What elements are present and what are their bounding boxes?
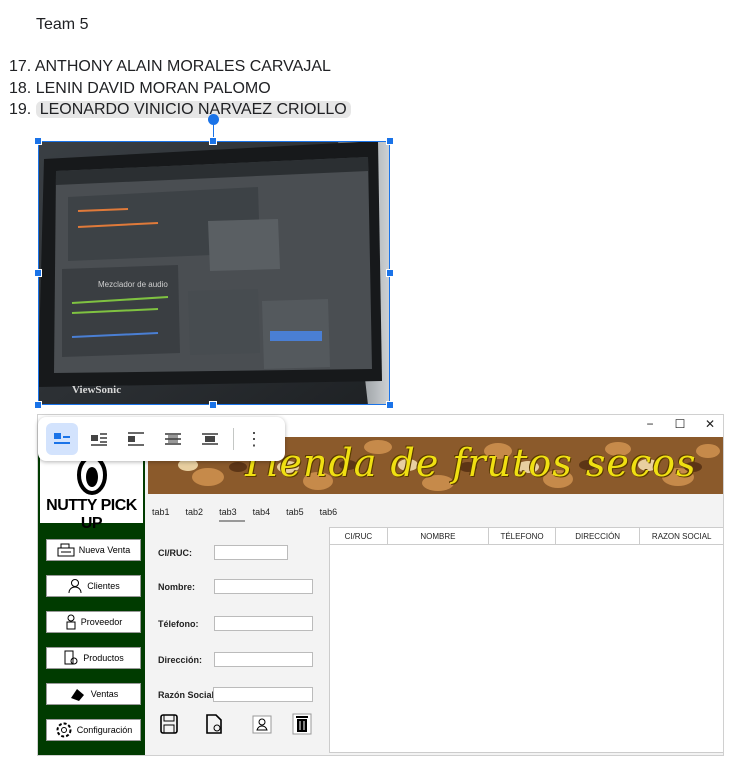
maximize-button[interactable]: ☐ bbox=[670, 417, 690, 431]
tab-4[interactable]: tab4 bbox=[253, 507, 279, 522]
nombre-label: Nombre: bbox=[158, 582, 196, 592]
save-icon[interactable] bbox=[159, 713, 179, 735]
minimize-button[interactable]: − bbox=[640, 417, 660, 431]
tab-3[interactable]: tab3 bbox=[219, 507, 245, 522]
resize-handle-e[interactable] bbox=[386, 269, 394, 277]
rotate-handle[interactable] bbox=[208, 114, 219, 125]
grid-header: CI/RUC NOMBRE TÉLEFONO DIRECCIÓN RAZON S… bbox=[330, 528, 723, 545]
column-header[interactable]: CI/RUC bbox=[330, 528, 388, 544]
toolbar-divider bbox=[233, 428, 234, 450]
sidebar-button-ventas[interactable]: Ventas bbox=[46, 683, 141, 705]
razon-social-label: Razón Social: bbox=[158, 690, 218, 700]
sidebar-button-nueva-venta[interactable]: Nueva Venta bbox=[46, 539, 141, 561]
resize-handle-s[interactable] bbox=[209, 401, 217, 409]
tab-6[interactable]: tab6 bbox=[320, 507, 346, 522]
in-front-of-text-icon[interactable] bbox=[194, 423, 226, 455]
column-header[interactable]: DIRECCIÓN bbox=[556, 528, 641, 544]
resize-handle-nw[interactable] bbox=[34, 137, 42, 145]
photo-panel-title: Mezclador de audio bbox=[98, 280, 168, 289]
trash-icon[interactable] bbox=[292, 713, 312, 735]
supplier-icon bbox=[66, 614, 76, 630]
user-edit-icon[interactable] bbox=[252, 713, 272, 735]
sales-icon bbox=[70, 689, 84, 701]
break-text-icon[interactable] bbox=[120, 423, 152, 455]
ci-ruc-label: CI/RUC: bbox=[158, 548, 192, 558]
member-list: 17. ANTHONY ALAIN MORALES CARVAJAL 18. L… bbox=[9, 56, 351, 121]
list-item[interactable]: 17. ANTHONY ALAIN MORALES CARVAJAL bbox=[9, 56, 351, 78]
close-button[interactable]: ✕ bbox=[700, 417, 720, 431]
resize-handle-ne[interactable] bbox=[386, 137, 394, 145]
resize-handle-se[interactable] bbox=[386, 401, 394, 409]
team-heading: Team 5 bbox=[36, 16, 89, 33]
list-item[interactable]: 19. LEONARDO VINICIO NARVAEZ CRIOLLO bbox=[9, 99, 351, 121]
list-item[interactable]: 18. LENIN DAVID MORAN PALOMO bbox=[9, 78, 351, 100]
inline-wrap-icon[interactable] bbox=[46, 423, 78, 455]
sidebar: NUTTY PICK UP Nueva Venta Clientes Prove… bbox=[38, 437, 145, 755]
behind-text-icon[interactable] bbox=[157, 423, 189, 455]
wrap-text-icon[interactable] bbox=[83, 423, 115, 455]
app-screenshot[interactable]: − ☐ ✕ NUTTY PICK UP Nueva Venta Clientes… bbox=[37, 414, 724, 756]
tab-1[interactable]: tab1 bbox=[152, 507, 178, 522]
edit-document-icon[interactable] bbox=[204, 713, 224, 735]
data-grid[interactable]: CI/RUC NOMBRE TÉLEFONO DIRECCIÓN RAZON S… bbox=[329, 527, 723, 753]
user-icon bbox=[68, 579, 82, 594]
resize-handle-n[interactable] bbox=[209, 137, 217, 145]
resize-handle-w[interactable] bbox=[34, 269, 42, 277]
cash-register-icon bbox=[57, 543, 75, 557]
sidebar-button-configuracion[interactable]: Configuración bbox=[46, 719, 141, 741]
ci-ruc-input[interactable] bbox=[214, 545, 288, 560]
photo-brand: ViewSonic bbox=[72, 384, 121, 396]
sidebar-button-productos[interactable]: Productos bbox=[46, 647, 141, 669]
tab-2[interactable]: tab2 bbox=[186, 507, 212, 522]
products-icon bbox=[64, 650, 78, 665]
gear-icon bbox=[56, 722, 72, 738]
direccion-label: Dirección: bbox=[158, 655, 203, 665]
image-options-toolbar: ⋮ bbox=[38, 417, 285, 461]
direccion-input[interactable] bbox=[214, 652, 313, 667]
column-header[interactable]: NOMBRE bbox=[388, 528, 490, 544]
telefono-input[interactable] bbox=[214, 616, 313, 631]
tab-bar: tab1 tab2 tab3 tab4 tab5 tab6 bbox=[152, 507, 353, 522]
column-header[interactable]: RAZON SOCIAL bbox=[640, 528, 723, 544]
column-header[interactable]: TÉLEFONO bbox=[489, 528, 556, 544]
inserted-photo[interactable]: Mezclador de audio ViewSonic bbox=[38, 141, 390, 405]
nombre-input[interactable] bbox=[214, 579, 313, 594]
banner-title: Tienda de frutos secos bbox=[240, 441, 697, 485]
resize-handle-sw[interactable] bbox=[34, 401, 42, 409]
tab-5[interactable]: tab5 bbox=[286, 507, 312, 522]
razon-social-input[interactable] bbox=[213, 687, 313, 702]
more-options-icon[interactable]: ⋮ bbox=[242, 423, 266, 455]
telefono-label: Télefono: bbox=[158, 619, 199, 629]
sidebar-button-proveedor[interactable]: Proveedor bbox=[46, 611, 141, 633]
sidebar-button-clientes[interactable]: Clientes bbox=[46, 575, 141, 597]
